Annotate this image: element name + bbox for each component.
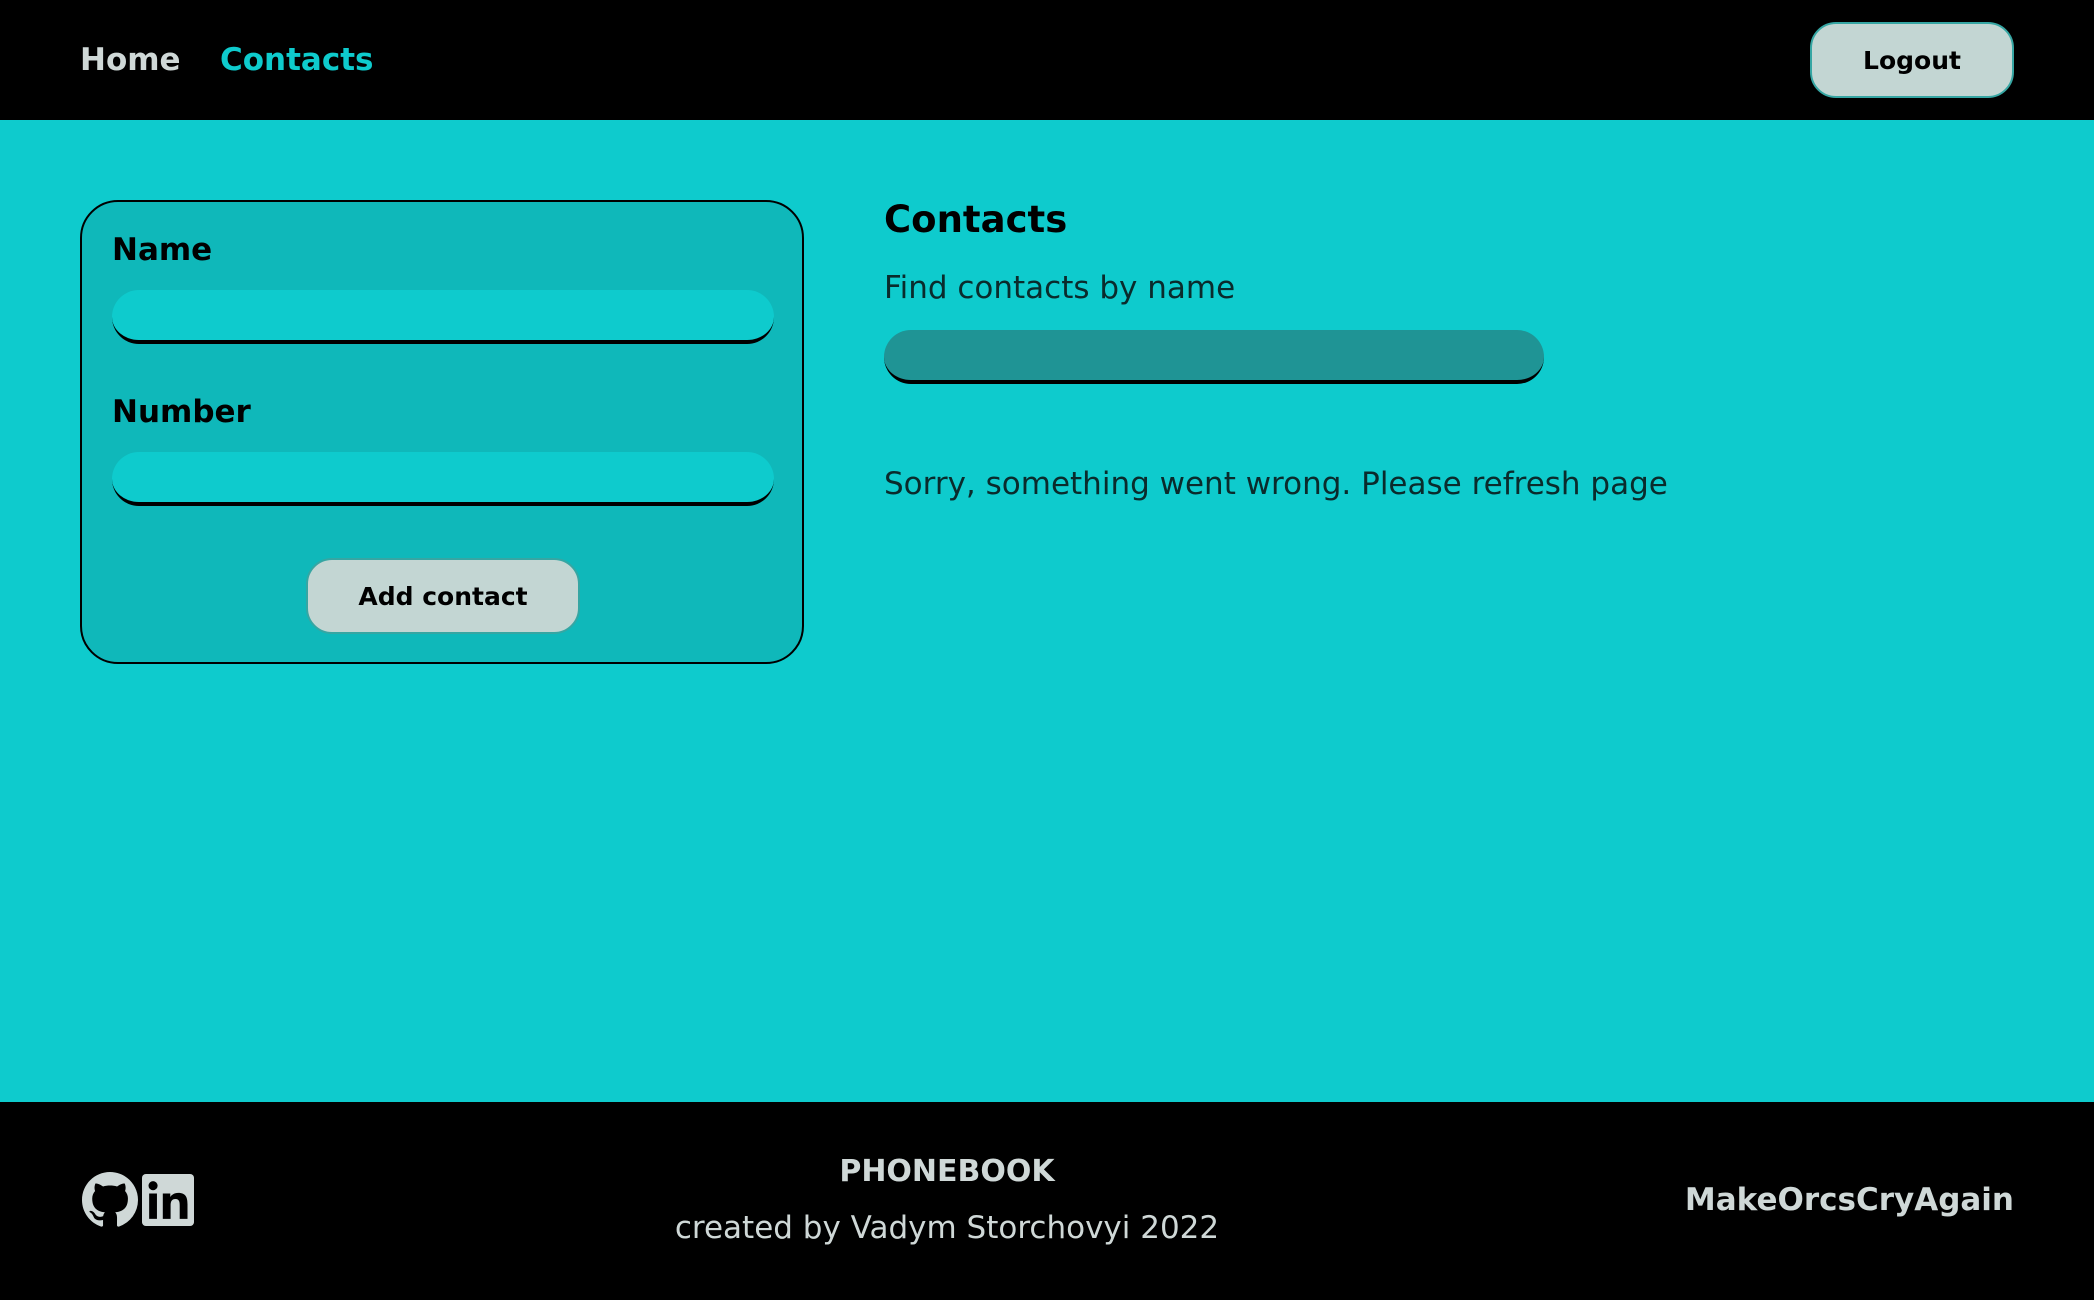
footer-credit: created by Vadym Storchovyi 2022 (674, 1210, 1220, 1246)
error-message: Sorry, something went wrong. Please refr… (884, 466, 1668, 502)
name-label: Name (112, 232, 213, 268)
footer-slogan: MakeOrcsCryAgain (1684, 1182, 2014, 1218)
add-contact-form: Name Number Add contact (80, 200, 804, 664)
nav-contacts-link[interactable]: Contacts (220, 42, 374, 78)
nav-home-link[interactable]: Home (80, 42, 181, 78)
filter-label: Find contacts by name (884, 270, 1236, 306)
number-label: Number (112, 394, 251, 430)
footer-brand: PHONEBOOK (839, 1154, 1055, 1189)
app-header: Home Contacts Logout (0, 0, 2094, 120)
add-contact-button[interactable]: Add contact (306, 558, 580, 634)
logout-button[interactable]: Logout (1810, 22, 2014, 98)
contacts-title: Contacts (884, 198, 1068, 241)
app-footer: PHONEBOOK created by Vadym Storchovyi 20… (0, 1102, 2094, 1300)
filter-input[interactable] (884, 330, 1544, 384)
number-input[interactable] (112, 452, 774, 506)
name-input[interactable] (112, 290, 774, 344)
